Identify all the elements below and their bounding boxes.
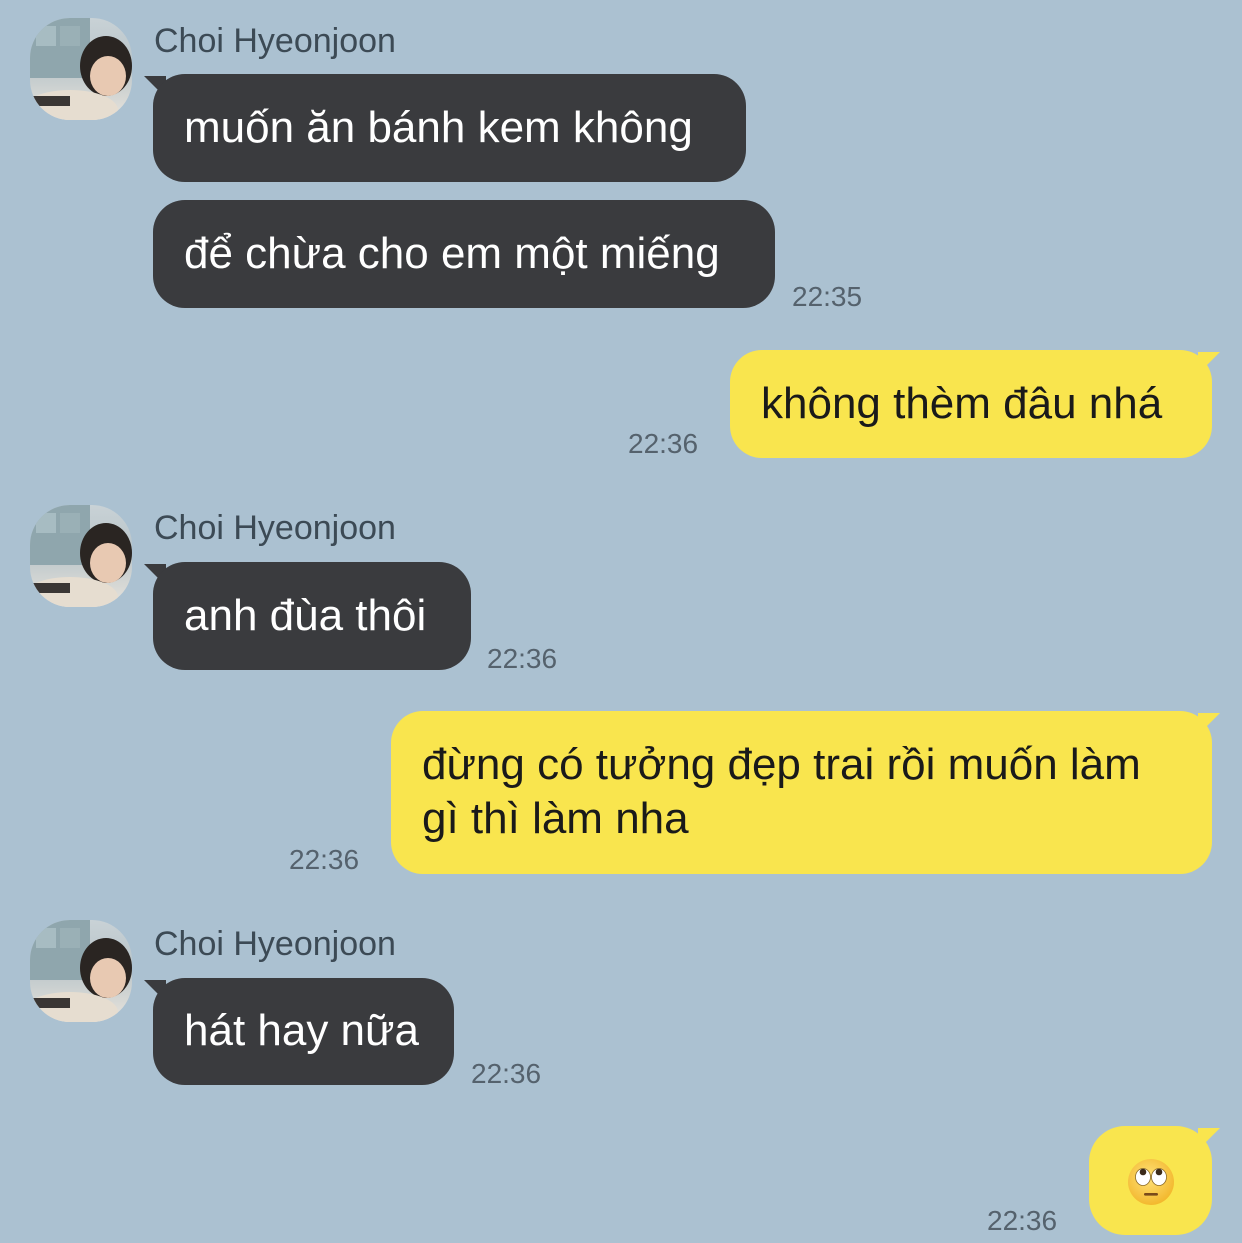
- sender-name: Choi Hyeonjoon: [154, 22, 396, 60]
- message-timestamp: 22:35: [792, 281, 863, 312]
- contact-avatar[interactable]: [30, 505, 132, 607]
- message-bubble[interactable]: để chừa cho em một miếng: [153, 200, 775, 308]
- message-bubble[interactable]: không thèm đâu nhá: [730, 350, 1212, 458]
- rolling-eyes-emoji-icon: [1128, 1159, 1174, 1205]
- contact-avatar[interactable]: [30, 18, 132, 120]
- message-timestamp: 22:36: [471, 1058, 542, 1089]
- message-timestamp: 22:36: [289, 844, 360, 875]
- message-bubble[interactable]: đừng có tưởng đẹp trai rồi muốn làm gì t…: [391, 711, 1212, 874]
- chat-area: Choi Hyeonjoon muốn ăn bánh kem không để…: [0, 0, 1242, 1243]
- message-bubble[interactable]: muốn ăn bánh kem không: [153, 74, 746, 182]
- contact-avatar[interactable]: [30, 920, 132, 1022]
- message-timestamp: 22:36: [487, 643, 558, 674]
- message-bubble[interactable]: anh đùa thôi: [153, 562, 471, 670]
- message-timestamp: 22:36: [628, 428, 699, 459]
- message-bubble[interactable]: [1089, 1126, 1212, 1235]
- message-bubble[interactable]: hát hay nữa: [153, 978, 454, 1085]
- sender-name: Choi Hyeonjoon: [154, 925, 396, 963]
- sender-name: Choi Hyeonjoon: [154, 509, 396, 547]
- message-timestamp: 22:36: [987, 1205, 1058, 1236]
